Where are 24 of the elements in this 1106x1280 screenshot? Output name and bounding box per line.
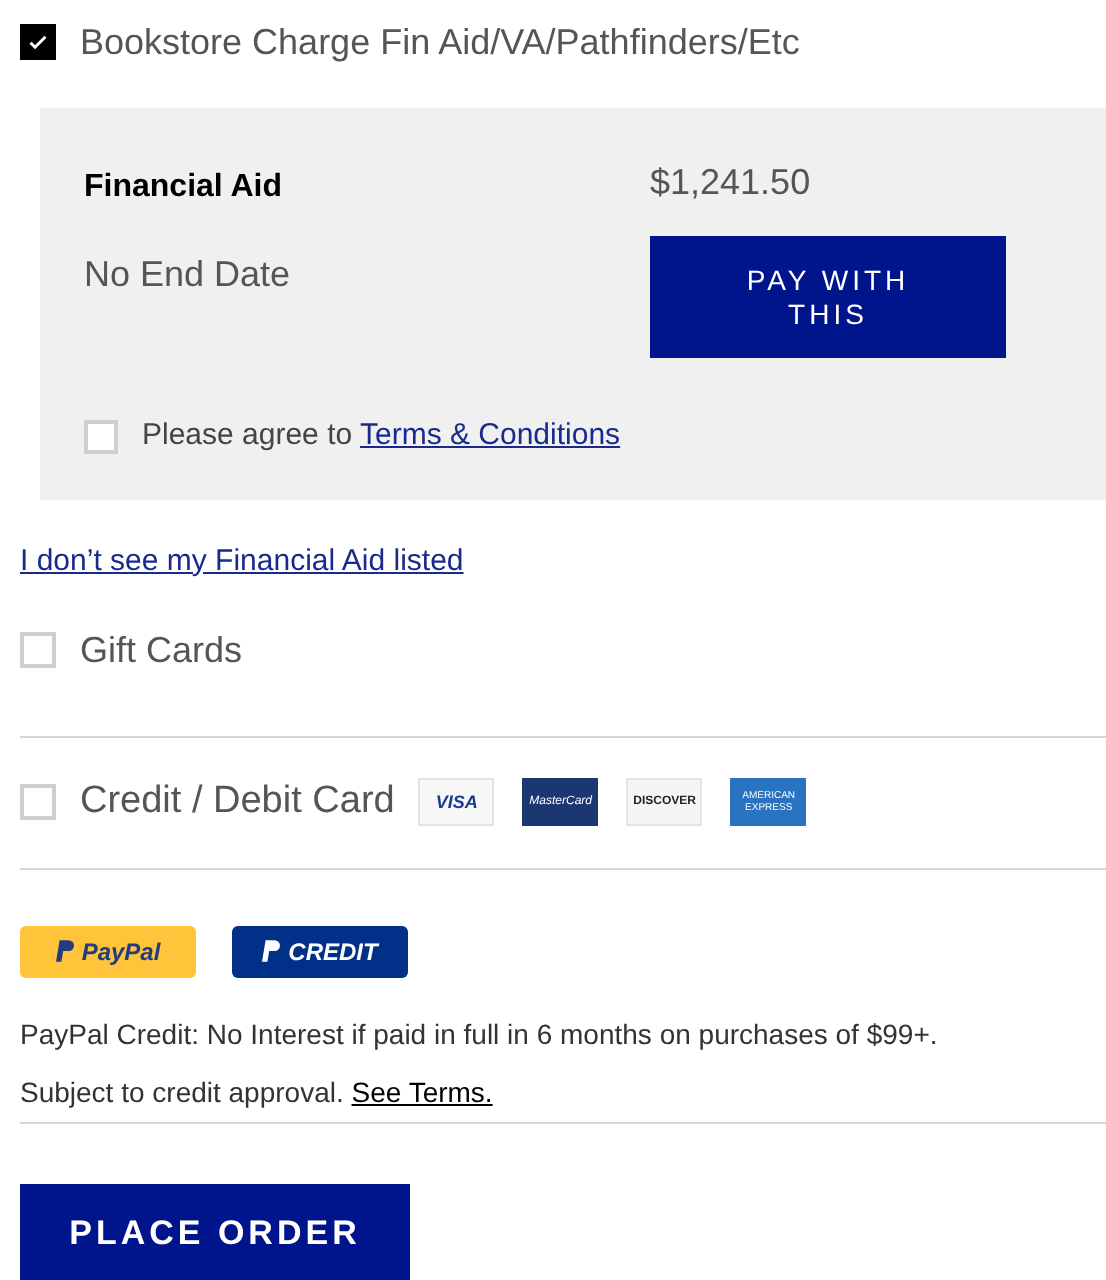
- checkbox[interactable]: [20, 784, 56, 821]
- paypal-button[interactable]: CREDIT: [232, 925, 408, 977]
- aid-name: Financial Aid: [84, 168, 284, 208]
- checkbox[interactable]: [20, 24, 56, 60]
- credit-approval-note: Subject to credit approval. See Terms.: [20, 1073, 495, 1112]
- payment-option-label: Gift Cards: [80, 627, 243, 673]
- check-icon: [26, 30, 50, 54]
- card-logo: VISA: [418, 778, 495, 827]
- end-date: No End Date: [84, 252, 293, 298]
- paypal-button[interactable]: PayPal: [20, 925, 196, 977]
- agree-text: Please agree to Terms & Conditions: [142, 416, 621, 456]
- place-order-button[interactable]: PLACE ORDER: [20, 1183, 410, 1280]
- see-terms-link[interactable]: See Terms.: [351, 1075, 493, 1107]
- terms-link[interactable]: Terms & Conditions: [359, 418, 621, 452]
- paypal-p-icon: [55, 940, 74, 962]
- payment-option-label: Bookstore Charge Fin Aid/VA/Pathfinders/Etc: [80, 19, 800, 66]
- financial-aid-link[interactable]: I don’t see my Financial Aid listed: [20, 539, 1106, 584]
- aid-amount: $1,241.50: [650, 160, 813, 206]
- paypal-credit-note: PayPal Credit: No Interest if paid in full in 6 months on purchases of $99+.: [20, 1015, 940, 1054]
- pay-with-this-button[interactable]: PAY WITH THIS: [650, 236, 1006, 358]
- paypal-p-icon: [262, 940, 281, 962]
- checkbox[interactable]: [20, 632, 56, 668]
- payment-option-label: Credit / Debit Card: [80, 778, 395, 826]
- checkbox[interactable]: [84, 419, 118, 454]
